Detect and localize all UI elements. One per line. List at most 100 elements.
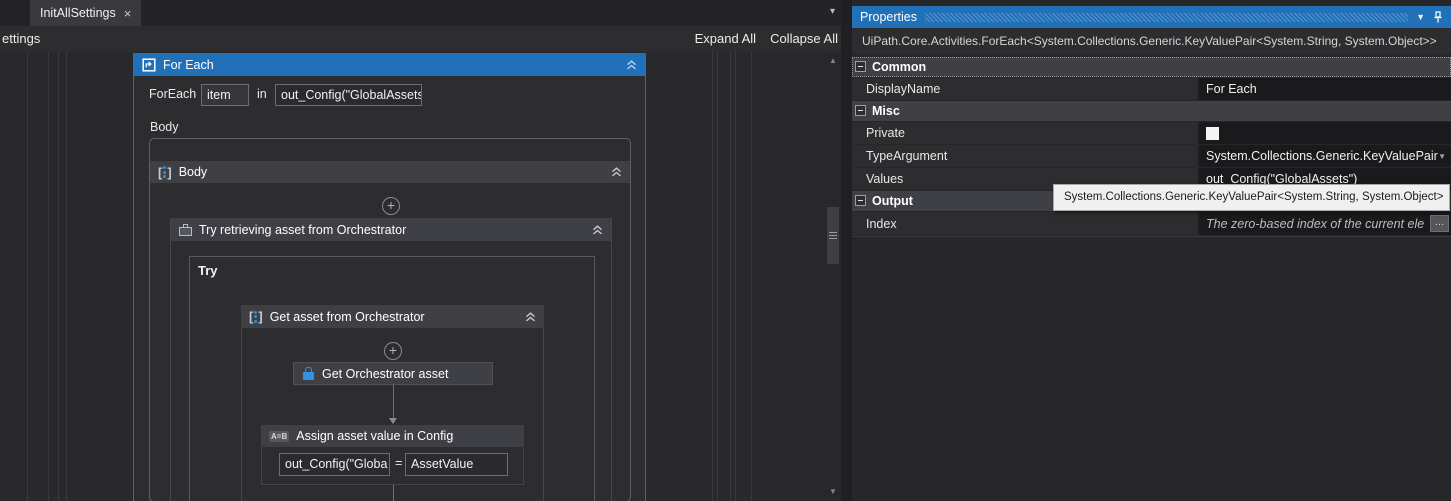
collapse-chevron-icon[interactable] bbox=[626, 59, 637, 70]
property-label: DisplayName bbox=[852, 78, 1197, 100]
properties-title: Properties bbox=[860, 10, 917, 24]
for-each-expression-row: ForEach item in out_Config("GlobalAssets… bbox=[134, 84, 645, 106]
property-row-displayname: DisplayName For Each bbox=[852, 78, 1451, 100]
guide-line bbox=[717, 52, 718, 501]
connector-line bbox=[393, 385, 394, 418]
panel-menu-icon[interactable]: ▼ bbox=[1416, 12, 1425, 22]
canvas-scrollbar[interactable]: ▲ ▼ bbox=[825, 52, 841, 501]
body-sequence-header[interactable]: [] Body bbox=[150, 161, 630, 183]
expand-all-button[interactable]: Expand All bbox=[695, 31, 756, 46]
collapse-chevron-icon[interactable] bbox=[525, 311, 536, 322]
collapse-chevron-icon[interactable] bbox=[611, 167, 622, 177]
activity-type-signature: UiPath.Core.Activities.ForEach<System.Co… bbox=[852, 28, 1451, 54]
lock-icon bbox=[302, 367, 315, 380]
tab-overflow-icon[interactable]: ▾ bbox=[830, 6, 835, 17]
properties-panel: Properties ▼ UiPath.Core.Activities.ForE… bbox=[852, 0, 1451, 501]
collapse-box-icon[interactable] bbox=[855, 61, 866, 72]
type-tooltip: System.Collections.Generic.KeyValuePair<… bbox=[1053, 184, 1450, 211]
scroll-down-icon[interactable]: ▼ bbox=[825, 485, 841, 499]
connector-arrow-icon bbox=[389, 418, 397, 424]
guide-line bbox=[48, 52, 49, 501]
property-row-typeargument: TypeArgument System.Collections.Generic.… bbox=[852, 145, 1451, 167]
sequence-title: Get asset from Orchestrator bbox=[269, 309, 425, 324]
sequence-icon: [] bbox=[249, 309, 263, 324]
collapse-box-icon[interactable] bbox=[855, 195, 866, 206]
tab-title: InitAllSettings bbox=[40, 6, 116, 20]
get-orchestrator-asset-activity[interactable]: Get Orchestrator asset bbox=[293, 362, 493, 385]
scroll-up-icon[interactable]: ▲ bbox=[825, 54, 841, 68]
property-row-private: Private bbox=[852, 122, 1451, 144]
ellipsis-button[interactable]: … bbox=[1430, 215, 1449, 232]
grid-divider bbox=[852, 236, 1451, 237]
guide-line bbox=[730, 52, 731, 501]
tab-initallsettings[interactable]: InitAllSettings × bbox=[30, 0, 142, 26]
foreach-label: ForEach bbox=[149, 87, 197, 101]
body-label: Body bbox=[150, 120, 179, 134]
activity-title: Assign asset value in Config bbox=[296, 429, 454, 443]
sequence-icon: [] bbox=[158, 164, 172, 180]
property-label: TypeArgument bbox=[852, 145, 1197, 167]
displayname-value-field[interactable]: For Each bbox=[1199, 78, 1451, 100]
try-catch-header[interactable]: Try retrieving asset from Orchestrator bbox=[171, 218, 611, 241]
scrollbar-grip-icon bbox=[829, 232, 837, 239]
collapse-all-button[interactable]: Collapse All bbox=[770, 31, 838, 46]
activity-title: For Each bbox=[163, 57, 214, 72]
in-label: in bbox=[257, 87, 267, 101]
category-label: Output bbox=[872, 194, 913, 208]
index-expression-field[interactable]: The zero-based index of the current ele … bbox=[1199, 212, 1451, 235]
property-row-index: Index The zero-based index of the curren… bbox=[852, 212, 1451, 235]
try-label: Try bbox=[198, 263, 218, 278]
pin-icon[interactable] bbox=[1433, 10, 1443, 24]
category-misc[interactable]: Misc bbox=[852, 101, 1451, 121]
category-common[interactable]: Common bbox=[852, 57, 1451, 77]
sequence-title: Body bbox=[178, 165, 208, 179]
typeargument-combobox[interactable]: System.Collections.Generic.KeyValuePair … bbox=[1199, 145, 1451, 167]
document-tab-bar: InitAllSettings × ▾ bbox=[0, 0, 845, 26]
guide-line bbox=[66, 52, 67, 501]
property-label: Private bbox=[852, 122, 1197, 144]
assign-header[interactable]: A=B Assign asset value in Config bbox=[261, 425, 524, 447]
workflow-canvas: For Each ForEach item in out_Config("Glo… bbox=[0, 52, 845, 501]
for-each-body-container: [] Body + Try retrieving asset from Orch… bbox=[149, 138, 631, 501]
try-catch-icon bbox=[179, 223, 192, 236]
activity-title: Try retrieving asset from Orchestrator bbox=[199, 222, 407, 237]
typeargument-value: System.Collections.Generic.KeyValuePair bbox=[1206, 149, 1438, 163]
for-each-header[interactable]: For Each bbox=[134, 53, 645, 76]
dropdown-arrow-icon[interactable]: ▼ bbox=[1438, 152, 1446, 161]
guide-line bbox=[58, 52, 59, 501]
for-each-icon bbox=[142, 57, 156, 72]
try-catch-activity[interactable]: Try retrieving asset from Orchestrator T… bbox=[170, 218, 612, 501]
guide-line bbox=[751, 52, 752, 501]
index-placeholder: The zero-based index of the current ele bbox=[1206, 216, 1425, 231]
assign-to-input[interactable]: out_Config("Globa bbox=[279, 453, 390, 476]
assign-activity[interactable]: A=B Assign asset value in Config out_Con… bbox=[261, 425, 524, 485]
property-label: Index bbox=[852, 212, 1197, 235]
properties-title-bar: Properties ▼ bbox=[852, 6, 1451, 28]
collapse-box-icon[interactable] bbox=[855, 105, 866, 116]
private-checkbox[interactable] bbox=[1206, 126, 1219, 140]
collection-input[interactable]: out_Config("GlobalAssets" bbox=[275, 84, 422, 106]
collapse-chevron-icon[interactable] bbox=[592, 224, 603, 235]
add-activity-icon[interactable]: + bbox=[384, 342, 402, 360]
for-each-activity[interactable]: For Each ForEach item in out_Config("Glo… bbox=[133, 53, 646, 501]
add-activity-icon[interactable]: + bbox=[382, 197, 400, 215]
guide-line bbox=[712, 52, 713, 501]
assign-equals-label: = bbox=[395, 456, 403, 470]
assign-value-input[interactable]: AssetValue bbox=[405, 453, 508, 476]
tab-close-icon[interactable]: × bbox=[124, 7, 132, 20]
breadcrumb[interactable]: ettings bbox=[2, 31, 40, 46]
panel-splitter[interactable] bbox=[841, 0, 852, 501]
activity-title: Get Orchestrator asset bbox=[322, 366, 449, 381]
scrollbar-thumb[interactable] bbox=[827, 207, 839, 264]
private-value-cell bbox=[1199, 122, 1451, 144]
assign-icon: A=B bbox=[269, 430, 290, 442]
breadcrumb-bar: ettings Expand All Collapse All bbox=[0, 26, 845, 52]
try-section: Try [] Get asset from Orchestrator + Get… bbox=[189, 256, 595, 501]
title-hatch-texture bbox=[924, 13, 1409, 22]
guide-line bbox=[735, 52, 736, 501]
inner-sequence-header[interactable]: [] Get asset from Orchestrator bbox=[241, 305, 544, 328]
item-input[interactable]: item bbox=[201, 84, 249, 106]
assign-body: out_Config("Globa = AssetValue bbox=[261, 447, 524, 485]
connector-line bbox=[393, 485, 394, 501]
category-label: Common bbox=[872, 60, 927, 74]
